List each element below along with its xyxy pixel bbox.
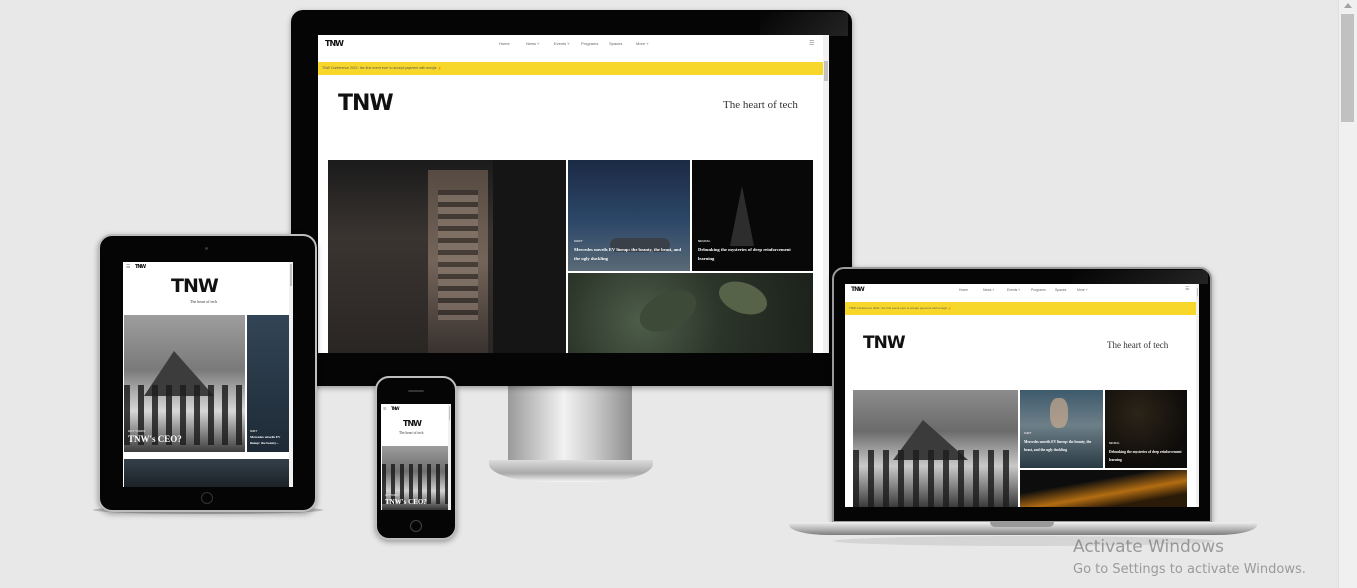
nav-item-more[interactable]: More ˅ [636, 41, 649, 46]
menu-icon[interactable]: ☰ [1185, 286, 1189, 292]
nav-item-news[interactable]: News ˅ [526, 41, 539, 46]
hero-logo: TNW [403, 419, 422, 428]
article-category: SHIFT [574, 239, 583, 243]
feature-tile[interactable]: HOT TAKES TNW's CEO? [382, 446, 448, 510]
tagline: The heart of tech [723, 99, 798, 111]
watermark-subtitle: Go to Settings to activate Windows. [1073, 562, 1306, 577]
monitor-screen: TNW Home News ˅ Events ˅ Programs Spaces… [318, 35, 829, 353]
article-category: NEURAL [698, 239, 711, 243]
menu-icon[interactable]: ☰ [383, 406, 387, 411]
logo[interactable]: TNW [851, 286, 865, 293]
nav-item-programs[interactable]: Programs [581, 41, 598, 46]
scrollbar-thumb[interactable] [1197, 288, 1198, 296]
article-title: Mercedes unveils EV lineup: the beauty, … [1024, 440, 1092, 452]
scrollbar[interactable] [823, 35, 829, 353]
hero-logo: TNW [171, 275, 219, 297]
article-tile-3[interactable] [568, 273, 813, 353]
tagline: The heart of tech [1107, 340, 1169, 350]
tablet-camera [205, 247, 208, 250]
scrollbar[interactable] [1196, 284, 1199, 507]
building-photo-alley [493, 160, 566, 353]
article-title: Debunking the mysteries of deep reinforc… [1109, 450, 1182, 462]
monitor-stand-base [489, 460, 653, 482]
nav-item-more[interactable]: More ˅ [1077, 288, 1088, 292]
leaf-photo [714, 275, 772, 321]
lower-tile[interactable] [124, 459, 289, 487]
announcement-banner[interactable]: TNW Conference 2021: the first event eve… [318, 62, 823, 75]
logo[interactable]: TNW [391, 406, 399, 411]
hero-logo: TNW [863, 333, 906, 353]
article-tile-1[interactable]: SHIFT Mercedes unveils EV lineup: the be… [568, 160, 690, 271]
side-tile[interactable]: SHIFT Mercedes unveils EV lineup: the be… [247, 315, 289, 452]
monitor-stand-neck [508, 385, 632, 463]
logo[interactable]: TNW [325, 39, 344, 48]
logo[interactable]: TNW [135, 264, 146, 270]
nav-item-events[interactable]: Events ˅ [554, 41, 570, 46]
nav-item-events[interactable]: Events ˅ [1007, 288, 1020, 292]
scrollbar-thumb[interactable] [449, 406, 450, 420]
tagline: The heart of tech [399, 431, 424, 435]
scrollbar-thumb[interactable] [290, 264, 292, 286]
phone-screen: ☰ TNW TNW The heart of tech HOT TAKES TN… [381, 404, 451, 510]
article-tile-2[interactable]: NEURAL Debunking the mysteries of deep r… [1105, 390, 1187, 468]
article-category: NEURAL [1109, 442, 1120, 445]
page-scrollbar-thumb[interactable] [1341, 14, 1354, 122]
article-category: HOT TAKES [385, 494, 399, 497]
nav-item-programs[interactable]: Programs [1031, 288, 1046, 292]
menu-icon[interactable]: ☰ [126, 264, 130, 270]
article-category: SHIFT [1024, 432, 1032, 435]
article-title: TNW's CEO? [128, 434, 182, 444]
tower-photo [730, 186, 754, 246]
laptop-notch [990, 522, 1054, 527]
laptop-screen: TNW Home News ˅ Events ˅ Programs Spaces… [845, 284, 1199, 507]
page-scroll-up-arrow[interactable] [1344, 3, 1352, 8]
phone-speaker [408, 390, 424, 392]
monitor-glare [760, 12, 848, 36]
menu-icon[interactable]: ☰ [809, 40, 814, 47]
laptop-glare [1072, 270, 1208, 284]
tagline: The heart of tech [190, 299, 218, 304]
feature-tile[interactable]: HOT TAKES TNW's CEO? [124, 315, 245, 452]
leaf-photo [633, 282, 703, 340]
tablet-home-button[interactable] [201, 492, 213, 504]
article-tile-2[interactable]: NEURAL Debunking the mysteries of deep r… [692, 160, 813, 271]
forest-photo [853, 450, 1018, 507]
hero-logo: TNW [338, 91, 394, 116]
nav-item-home[interactable]: Home [959, 288, 968, 292]
scrollbar[interactable] [448, 404, 451, 510]
scrollbar-thumb[interactable] [824, 61, 828, 81]
article-tile-3[interactable] [1020, 470, 1187, 507]
article-title: TNW's CEO? [385, 498, 427, 506]
scrollbar[interactable] [289, 262, 293, 487]
building-photo-windows [438, 190, 478, 320]
feature-tile[interactable] [853, 390, 1018, 507]
nav-item-news[interactable]: News ˅ [983, 288, 994, 292]
person-photo [1050, 398, 1068, 428]
feature-tile-city[interactable] [328, 160, 566, 353]
article-title: Mercedes unveils EV lineup: the beauty..… [250, 435, 281, 445]
page-scrollbar[interactable] [1338, 0, 1357, 588]
watermark-title: Activate Windows [1073, 537, 1224, 557]
article-title: Mercedes unveils EV lineup: the beauty, … [574, 247, 682, 261]
article-category: SHIFT [250, 430, 258, 433]
announcement-banner[interactable]: TNW Conference 2021: the first event eve… [845, 302, 1196, 315]
article-category: HOT TAKES [128, 429, 146, 433]
nav-item-home[interactable]: Home [499, 41, 510, 46]
nav-item-spaces[interactable]: Spaces [1055, 288, 1066, 292]
tablet-screen: ☰ TNW TNW The heart of tech HOT TAKES TN… [123, 262, 293, 487]
article-title: Debunking the mysteries of deep reinforc… [698, 247, 791, 261]
phone-home-button[interactable] [410, 520, 422, 532]
nav-item-spaces[interactable]: Spaces [609, 41, 622, 46]
article-tile-1[interactable]: SHIFT Mercedes unveils EV lineup: the be… [1020, 390, 1103, 468]
